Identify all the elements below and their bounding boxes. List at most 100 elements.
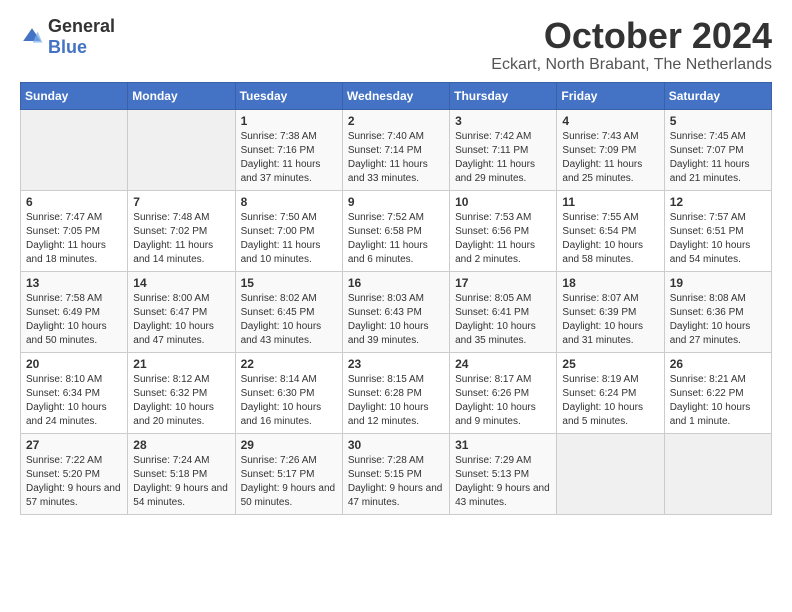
- calendar-cell: 6 Sunrise: 7:47 AM Sunset: 7:05 PM Daylig…: [21, 190, 128, 271]
- day-info: Sunrise: 7:50 AM Sunset: 7:00 PM Dayligh…: [241, 211, 337, 267]
- calendar-cell: 14 Sunrise: 8:00 AM Sunset: 6:47 PM Dayli…: [128, 271, 235, 352]
- day-info: Sunrise: 7:42 AM Sunset: 7:11 PM Dayligh…: [455, 130, 551, 186]
- day-number: 25: [562, 357, 658, 371]
- calendar-cell: 17 Sunrise: 8:05 AM Sunset: 6:41 PM Dayli…: [450, 271, 557, 352]
- day-number: 19: [670, 276, 766, 290]
- day-info: Sunrise: 8:02 AM Sunset: 6:45 PM Dayligh…: [241, 292, 337, 348]
- day-number: 20: [26, 357, 122, 371]
- calendar-cell: 19 Sunrise: 8:08 AM Sunset: 6:36 PM Dayli…: [664, 271, 771, 352]
- day-number: 23: [348, 357, 444, 371]
- calendar-cell: 11 Sunrise: 7:55 AM Sunset: 6:54 PM Dayli…: [557, 190, 664, 271]
- calendar-cell: 16 Sunrise: 8:03 AM Sunset: 6:43 PM Dayli…: [342, 271, 449, 352]
- day-number: 11: [562, 195, 658, 209]
- calendar-cell: 10 Sunrise: 7:53 AM Sunset: 6:56 PM Dayli…: [450, 190, 557, 271]
- calendar-cell: 9 Sunrise: 7:52 AM Sunset: 6:58 PM Daylig…: [342, 190, 449, 271]
- day-info: Sunrise: 8:14 AM Sunset: 6:30 PM Dayligh…: [241, 373, 337, 429]
- weekday-header-tuesday: Tuesday: [235, 82, 342, 109]
- day-number: 5: [670, 114, 766, 128]
- weekday-header-sunday: Sunday: [21, 82, 128, 109]
- day-number: 14: [133, 276, 229, 290]
- day-info: Sunrise: 8:21 AM Sunset: 6:22 PM Dayligh…: [670, 373, 766, 429]
- day-info: Sunrise: 7:55 AM Sunset: 6:54 PM Dayligh…: [562, 211, 658, 267]
- day-info: Sunrise: 7:43 AM Sunset: 7:09 PM Dayligh…: [562, 130, 658, 186]
- calendar-cell: 13Sunrise: 7:58 AM Sunset: 6:49 PM Dayli…: [21, 271, 128, 352]
- weekday-header-wednesday: Wednesday: [342, 82, 449, 109]
- day-info: Sunrise: 7:53 AM Sunset: 6:56 PM Dayligh…: [455, 211, 551, 267]
- day-number: 24: [455, 357, 551, 371]
- day-number: 7: [133, 195, 229, 209]
- day-info: Sunrise: 8:08 AM Sunset: 6:36 PM Dayligh…: [670, 292, 766, 348]
- logo-general: General: [48, 16, 115, 36]
- day-info: Sunrise: 7:45 AM Sunset: 7:07 PM Dayligh…: [670, 130, 766, 186]
- calendar-cell: 1 Sunrise: 7:38 AM Sunset: 7:16 PM Daylig…: [235, 109, 342, 190]
- calendar-cell: [557, 433, 664, 514]
- day-number: 16: [348, 276, 444, 290]
- weekday-header-monday: Monday: [128, 82, 235, 109]
- logo: General Blue: [20, 16, 115, 58]
- day-number: 30: [348, 438, 444, 452]
- day-number: 31: [455, 438, 551, 452]
- calendar-cell: 28 Sunrise: 7:24 AM Sunset: 5:18 PM Dayli…: [128, 433, 235, 514]
- calendar-cell: 7 Sunrise: 7:48 AM Sunset: 7:02 PM Daylig…: [128, 190, 235, 271]
- day-number: 4: [562, 114, 658, 128]
- day-info: Sunrise: 8:03 AM Sunset: 6:43 PM Dayligh…: [348, 292, 444, 348]
- day-info: Sunrise: 7:26 AM Sunset: 5:17 PM Dayligh…: [241, 454, 337, 510]
- day-number: 12: [670, 195, 766, 209]
- day-number: 28: [133, 438, 229, 452]
- day-number: 10: [455, 195, 551, 209]
- day-info: Sunrise: 7:29 AM Sunset: 5:13 PM Dayligh…: [455, 454, 551, 510]
- day-number: 26: [670, 357, 766, 371]
- day-number: 29: [241, 438, 337, 452]
- calendar-cell: 8 Sunrise: 7:50 AM Sunset: 7:00 PM Daylig…: [235, 190, 342, 271]
- calendar-cell: 21Sunrise: 8:12 AM Sunset: 6:32 PM Dayli…: [128, 352, 235, 433]
- day-number: 27: [26, 438, 122, 452]
- logo-blue: Blue: [48, 37, 87, 57]
- day-number: 1: [241, 114, 337, 128]
- weekday-header-saturday: Saturday: [664, 82, 771, 109]
- day-info: Sunrise: 7:22 AM Sunset: 5:20 PM Dayligh…: [26, 454, 122, 510]
- calendar-cell: 12 Sunrise: 7:57 AM Sunset: 6:51 PM Dayli…: [664, 190, 771, 271]
- weekday-header-friday: Friday: [557, 82, 664, 109]
- page-header: General Blue October 2024 Eckart, North …: [20, 16, 772, 74]
- day-info: Sunrise: 7:47 AM Sunset: 7:05 PM Dayligh…: [26, 211, 122, 267]
- calendar-cell: 30 Sunrise: 7:28 AM Sunset: 5:15 PM Dayli…: [342, 433, 449, 514]
- day-info: Sunrise: 8:05 AM Sunset: 6:41 PM Dayligh…: [455, 292, 551, 348]
- day-number: 21: [133, 357, 229, 371]
- calendar-cell: 3 Sunrise: 7:42 AM Sunset: 7:11 PM Daylig…: [450, 109, 557, 190]
- day-number: 6: [26, 195, 122, 209]
- weekday-header-thursday: Thursday: [450, 82, 557, 109]
- calendar-cell: 15Sunrise: 8:02 AM Sunset: 6:45 PM Dayli…: [235, 271, 342, 352]
- calendar-cell: 27 Sunrise: 7:22 AM Sunset: 5:20 PM Dayli…: [21, 433, 128, 514]
- calendar-cell: 26 Sunrise: 8:21 AM Sunset: 6:22 PM Dayli…: [664, 352, 771, 433]
- calendar-cell: [21, 109, 128, 190]
- calendar-cell: 22 Sunrise: 8:14 AM Sunset: 6:30 PM Dayli…: [235, 352, 342, 433]
- calendar-cell: 18Sunrise: 8:07 AM Sunset: 6:39 PM Dayli…: [557, 271, 664, 352]
- calendar-cell: 4 Sunrise: 7:43 AM Sunset: 7:09 PM Daylig…: [557, 109, 664, 190]
- day-info: Sunrise: 7:52 AM Sunset: 6:58 PM Dayligh…: [348, 211, 444, 267]
- logo-icon: [20, 25, 44, 49]
- location-title: Eckart, North Brabant, The Netherlands: [491, 56, 772, 74]
- day-number: 9: [348, 195, 444, 209]
- day-number: 17: [455, 276, 551, 290]
- day-info: Sunrise: 7:57 AM Sunset: 6:51 PM Dayligh…: [670, 211, 766, 267]
- calendar-cell: [664, 433, 771, 514]
- month-title: October 2024: [491, 16, 772, 56]
- day-number: 3: [455, 114, 551, 128]
- day-info: Sunrise: 8:10 AM Sunset: 6:34 PM Dayligh…: [26, 373, 122, 429]
- day-info: Sunrise: 7:48 AM Sunset: 7:02 PM Dayligh…: [133, 211, 229, 267]
- calendar-cell: [128, 109, 235, 190]
- day-number: 22: [241, 357, 337, 371]
- day-info: Sunrise: 8:15 AM Sunset: 6:28 PM Dayligh…: [348, 373, 444, 429]
- day-info: Sunrise: 7:28 AM Sunset: 5:15 PM Dayligh…: [348, 454, 444, 510]
- day-number: 8: [241, 195, 337, 209]
- day-number: 2: [348, 114, 444, 128]
- day-info: Sunrise: 7:40 AM Sunset: 7:14 PM Dayligh…: [348, 130, 444, 186]
- calendar-cell: 2 Sunrise: 7:40 AM Sunset: 7:14 PM Daylig…: [342, 109, 449, 190]
- day-info: Sunrise: 7:38 AM Sunset: 7:16 PM Dayligh…: [241, 130, 337, 186]
- day-info: Sunrise: 8:07 AM Sunset: 6:39 PM Dayligh…: [562, 292, 658, 348]
- calendar-cell: 29 Sunrise: 7:26 AM Sunset: 5:17 PM Dayli…: [235, 433, 342, 514]
- day-info: Sunrise: 8:00 AM Sunset: 6:47 PM Dayligh…: [133, 292, 229, 348]
- day-info: Sunrise: 8:19 AM Sunset: 6:24 PM Dayligh…: [562, 373, 658, 429]
- day-info: Sunrise: 7:24 AM Sunset: 5:18 PM Dayligh…: [133, 454, 229, 510]
- day-number: 13: [26, 276, 122, 290]
